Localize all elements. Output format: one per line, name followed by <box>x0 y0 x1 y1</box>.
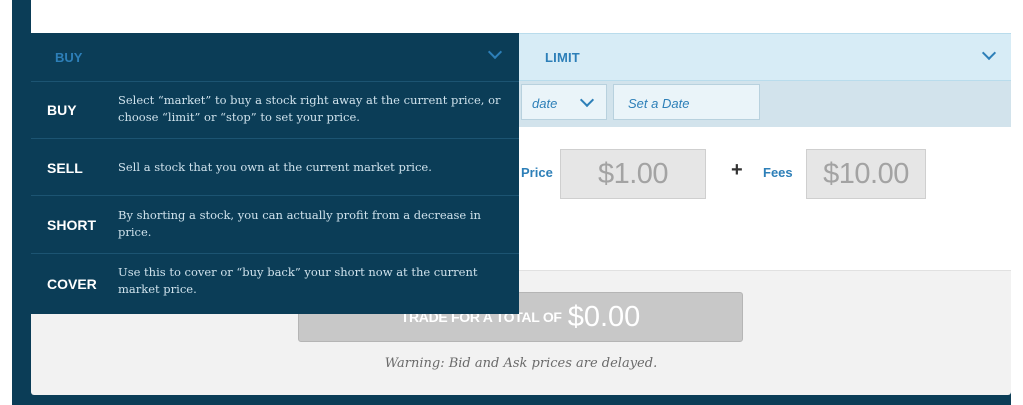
chevron-down-icon[interactable] <box>981 45 997 61</box>
duration-select[interactable]: date <box>521 84 607 120</box>
option-description: Use this to cover or “buy back” your sho… <box>118 265 478 296</box>
price-type-select[interactable]: LIMIT <box>545 50 580 65</box>
chevron-down-icon <box>579 92 595 108</box>
option-name: BUY <box>47 102 77 118</box>
dropdown-option-sell[interactable]: SELL Sell a stock that you own at the cu… <box>31 138 519 195</box>
dropdown-option-cover[interactable]: COVER Use this to cover or “buy back” yo… <box>31 253 519 314</box>
set-date-input[interactable]: Set a Date <box>613 84 760 120</box>
option-description: By shorting a stock, you can actually pr… <box>118 208 481 239</box>
card-header-area <box>31 0 1011 33</box>
price-field[interactable]: $1.00 <box>560 149 706 199</box>
fees-label: Fees <box>763 165 793 180</box>
option-name: COVER <box>47 276 97 292</box>
option-name: SELL <box>47 160 83 176</box>
option-name: SHORT <box>47 217 96 233</box>
duration-select-value: date <box>532 96 558 111</box>
dropdown-option-short[interactable]: SHORT By shorting a stock, you can actua… <box>31 195 519 253</box>
plus-operator: + <box>731 159 743 181</box>
trade-button-amount: $0.00 <box>567 301 641 333</box>
dropdown-option-buy[interactable]: BUY Select “market” to buy a stock right… <box>31 81 519 138</box>
option-description: Sell a stock that you own at the current… <box>118 160 432 174</box>
fees-field: $10.00 <box>806 149 926 199</box>
order-type-selected-label: BUY <box>55 50 83 65</box>
order-type-dropdown: BUY BUY Select “market” to buy a stock r… <box>31 33 519 314</box>
set-date-placeholder: Set a Date <box>628 96 690 111</box>
delay-warning: Warning: Bid and Ask prices are delayed. <box>384 356 658 371</box>
option-description: Select “market” to buy a stock right awa… <box>118 93 501 124</box>
order-type-select[interactable]: BUY <box>31 33 519 81</box>
price-label: Price <box>521 165 553 180</box>
chevron-down-icon[interactable] <box>487 44 503 60</box>
